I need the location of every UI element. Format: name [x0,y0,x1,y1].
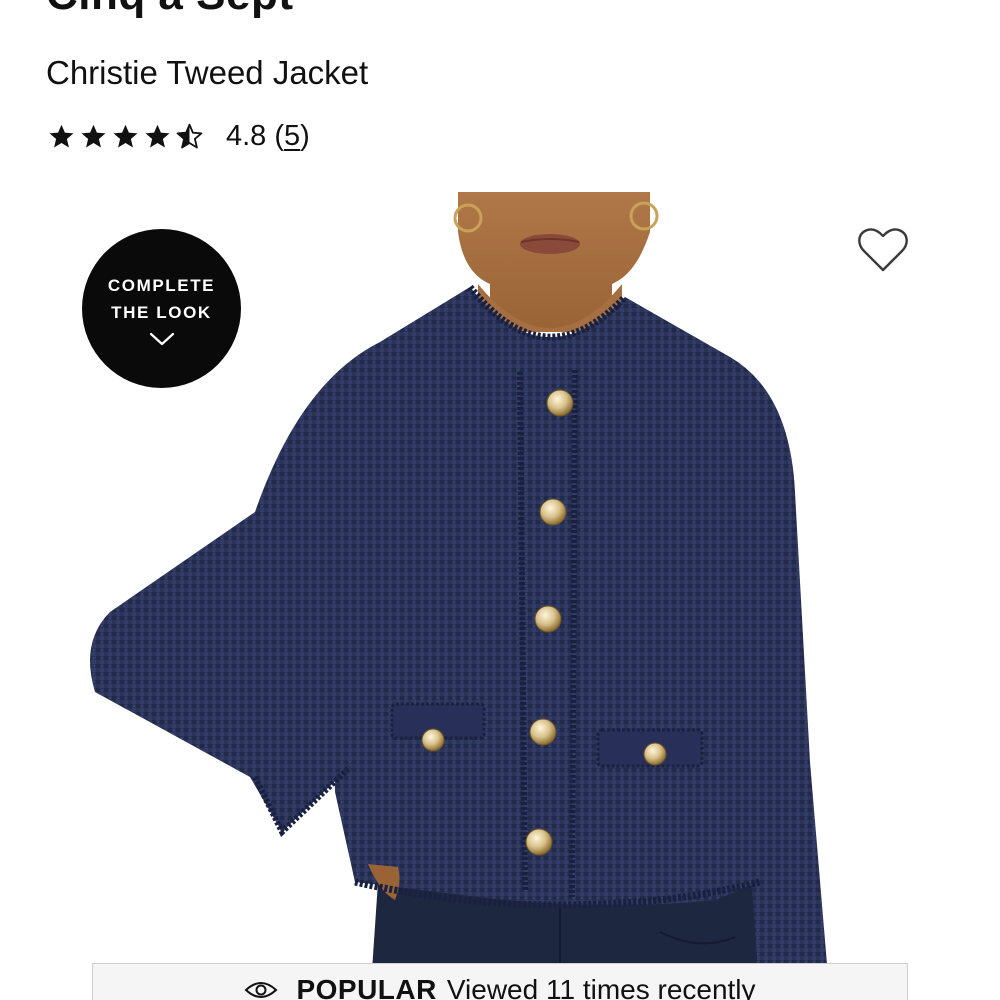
complete-the-look-line1: COMPLETE [107,275,216,295]
star-half-icon [176,123,203,148]
popular-banner: POPULAR Viewed 11 times recently [92,963,908,1000]
product-page: Cinq à Sept Christie Tweed Jacket 4.8 (5… [0,0,1000,1000]
brand-name[interactable]: Cinq à Sept [46,0,294,20]
product-title: Christie Tweed Jacket [46,54,369,91]
star-full-icon [113,124,138,148]
star-full-icon [49,124,74,148]
chevron-down-icon [149,332,174,345]
complete-the-look-line2: THE LOOK [111,302,212,322]
rating-value: 4.8 [226,119,267,152]
popular-text: Viewed 11 times recently [446,974,756,1000]
review-count-link[interactable]: (5) [274,120,309,153]
star-rating [48,123,208,150]
star-full-icon [145,124,170,148]
star-full-icon [81,124,106,148]
heart-outline-icon[interactable] [856,226,910,274]
rating-row[interactable]: 4.8 (5) [48,116,310,156]
popular-label: POPULAR [296,974,437,1000]
eye-icon [244,982,278,998]
complete-the-look-button[interactable]: COMPLETE THE LOOK [82,229,241,388]
